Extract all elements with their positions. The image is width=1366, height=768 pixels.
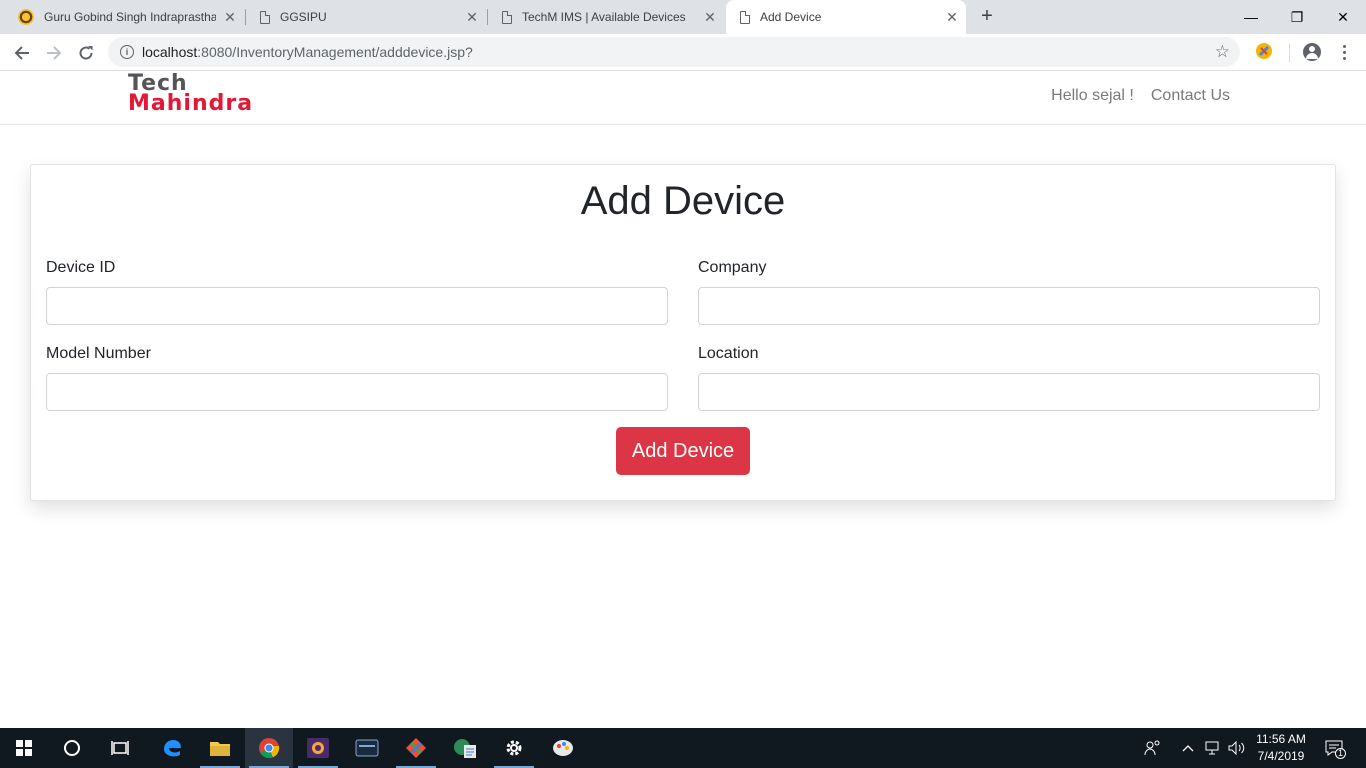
mysql-workbench-icon [355, 739, 379, 757]
university-seal-icon [18, 9, 34, 25]
new-tab-button[interactable]: + [976, 5, 998, 27]
page-title: Add Device [580, 179, 786, 223]
people-icon[interactable] [1144, 728, 1162, 768]
add-device-button[interactable]: Add Device [616, 427, 750, 475]
site-navbar: Tech Mahindra Hello sejal ! Contact Us [0, 71, 1366, 125]
taskbar-chrome[interactable] [245, 728, 293, 768]
task-view-icon [111, 741, 129, 755]
gear-icon [506, 740, 522, 756]
close-icon[interactable]: ✕ [938, 9, 966, 26]
company-input[interactable] [698, 287, 1320, 325]
cortana-circle-icon [64, 740, 80, 756]
device-id-input[interactable] [46, 287, 668, 325]
volume-icon[interactable] [1228, 728, 1246, 768]
taskbar-file-explorer[interactable] [196, 728, 244, 768]
location-input[interactable] [698, 373, 1320, 411]
tab-title: GGSIPU [280, 10, 327, 24]
address-bar[interactable]: i localhost:8080/InventoryManagement/add… [108, 37, 1240, 67]
browser-tab-strip: Guru Gobind Singh Indraprastha ✕ GGSIPU … [0, 0, 1366, 34]
profile-icon[interactable] [1303, 43, 1321, 61]
windows-taskbar: 11:56 AM 7/4/2019 1 [0, 728, 1366, 768]
reload-button[interactable] [72, 39, 100, 67]
extension-icon[interactable] [1255, 42, 1273, 60]
paint-icon [553, 740, 573, 756]
taskbar-settings[interactable] [490, 728, 538, 768]
close-icon[interactable]: ✕ [216, 9, 244, 26]
page-icon [502, 10, 512, 24]
network-icon[interactable] [1205, 728, 1221, 768]
maximize-button[interactable]: ❐ [1274, 0, 1320, 34]
edge-icon [164, 740, 181, 757]
taskbar-web-app[interactable] [441, 728, 489, 768]
taskbar-mysql[interactable] [343, 728, 391, 768]
page-icon [740, 10, 750, 24]
device-id-label: Device ID [46, 259, 116, 276]
logo-text-mahindra: Mahindra [128, 91, 254, 116]
tab-title: Guru Gobind Singh Indraprastha [44, 10, 216, 24]
taskbar-edge[interactable] [148, 728, 196, 768]
window-close-button[interactable]: ✕ [1320, 0, 1366, 34]
clock-date: 7/4/2019 [1257, 749, 1305, 763]
close-icon[interactable]: ✕ [696, 9, 724, 26]
page-icon [260, 10, 270, 24]
forward-button[interactable] [40, 39, 68, 67]
contact-us-link[interactable]: Contact Us [1151, 87, 1230, 105]
info-icon[interactable]: i [120, 45, 134, 59]
add-device-card: Add Device Device ID Company Model Numbe… [30, 164, 1336, 501]
tab-add-device[interactable]: Add Device ✕ [726, 0, 966, 34]
model-number-label: Model Number [46, 345, 151, 362]
arrow-left-icon [14, 46, 29, 60]
clock-time: 11:56 AM [1256, 732, 1306, 746]
chevron-up-icon[interactable] [1182, 728, 1194, 768]
taskbar-eclipse-ide[interactable] [294, 728, 342, 768]
minimize-button[interactable]: — [1228, 0, 1274, 34]
nav-links: Hello sejal ! Contact Us [1051, 87, 1230, 105]
git-icon [406, 738, 426, 758]
task-view-button[interactable] [96, 728, 144, 768]
tab-ggsipu[interactable]: GGSIPU ✕ [246, 0, 486, 34]
user-greeting[interactable]: Hello sejal ! [1051, 87, 1134, 105]
windows-logo-icon [16, 740, 32, 756]
toolbar-separator [1289, 44, 1290, 62]
start-button[interactable] [0, 728, 48, 768]
reload-icon [79, 46, 93, 60]
company-label: Company [698, 259, 767, 276]
tab-title: TechM IMS | Available Devices [522, 10, 686, 24]
taskbar-paint[interactable] [539, 728, 587, 768]
tab-ggsipu-home[interactable]: Guru Gobind Singh Indraprastha ✕ [4, 0, 244, 34]
browser-toolbar: i localhost:8080/InventoryManagement/add… [0, 34, 1366, 71]
browser-menu-icon[interactable] [1338, 43, 1350, 61]
taskbar-git[interactable] [392, 728, 440, 768]
arrow-right-icon [47, 46, 62, 60]
bookmark-star-icon[interactable]: ☆ [1215, 42, 1230, 62]
notification-count-badge: 1 [1335, 748, 1346, 759]
model-number-input[interactable] [46, 373, 668, 411]
chrome-icon [259, 738, 280, 759]
tab-title: Add Device [760, 10, 822, 24]
globe-document-icon [454, 739, 476, 758]
back-button[interactable] [8, 39, 36, 67]
action-center-button[interactable]: 1 [1324, 728, 1346, 768]
system-clock[interactable]: 11:56 AM 7/4/2019 [1248, 731, 1314, 765]
location-label: Location [698, 345, 759, 362]
folder-icon [210, 742, 230, 756]
ide-icon [307, 738, 329, 758]
url-path: :8080/InventoryManagement/adddevice.jsp? [197, 44, 473, 60]
close-icon[interactable]: ✕ [458, 9, 486, 26]
cortana-button[interactable] [48, 728, 96, 768]
url-host: localhost [142, 44, 198, 60]
tech-mahindra-logo[interactable]: Tech Mahindra [128, 73, 254, 116]
tab-available-devices[interactable]: TechM IMS | Available Devices ✕ [488, 0, 724, 34]
